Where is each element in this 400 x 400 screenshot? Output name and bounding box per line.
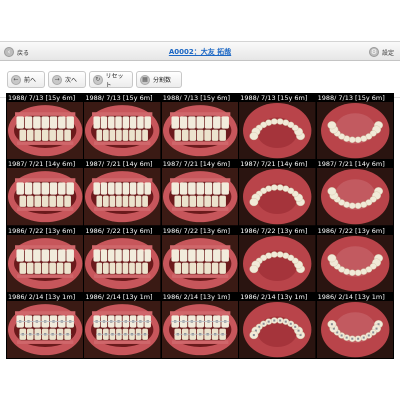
grid-icon: ▦	[140, 74, 150, 85]
photo-cell-front-right[interactable]: 1986/ 2/14 [13y 1m]	[7, 292, 84, 358]
split-label: 分割数	[153, 77, 172, 84]
intraoral-photo-mandibular-occlusal	[316, 168, 393, 226]
prev-label: 前へ	[24, 77, 37, 84]
photo-cell-maxillary-occlusal[interactable]: 1986/ 2/14 [13y 1m]	[239, 292, 316, 358]
photo-date-caption: 1987/ 7/21 [14y 6m]	[85, 160, 153, 169]
photo-cell-front-left[interactable]: 1986/ 2/14 [13y 1m]	[161, 292, 239, 358]
photo-cell-frontal[interactable]: 1986/ 7/22 [13y 6m]	[84, 226, 161, 292]
photo-date-caption: 1987/ 7/21 [14y 6m]	[8, 160, 76, 169]
settings-button[interactable]: ⚙ 設定	[368, 45, 394, 59]
intraoral-photo-front-left	[161, 102, 239, 160]
photo-date-caption: 1986/ 2/14 [13y 1m]	[85, 292, 153, 301]
photo-cell-front-right[interactable]: 1987/ 7/21 [14y 6m]	[7, 160, 84, 226]
settings-label: 設定	[381, 49, 394, 57]
photo-date-caption: 1988/ 7/13 [15y 6m]	[317, 94, 385, 102]
photo-date-caption: 1986/ 7/22 [13y 6m]	[162, 226, 230, 235]
photo-cell-maxillary-occlusal[interactable]: 1987/ 7/21 [14y 6m]	[239, 160, 316, 226]
photo-date-caption: 1986/ 7/22 [13y 6m]	[85, 226, 153, 235]
photo-date-caption: 1986/ 2/14 [13y 1m]	[8, 292, 76, 301]
next-button[interactable]: → 次へ	[48, 71, 86, 88]
arrow-right-icon: →	[52, 74, 62, 85]
photo-cell-front-left[interactable]: 1988/ 7/13 [15y 6m]	[161, 94, 239, 160]
intraoral-photo-front-right	[7, 168, 84, 226]
reset-label: リセット	[105, 72, 124, 89]
photo-date-caption: 1988/ 7/13 [15y 6m]	[85, 94, 153, 102]
reset-button[interactable]: ↻ リセット	[89, 71, 133, 89]
photo-date-caption: 1987/ 7/21 [14y 6m]	[162, 160, 230, 169]
photo-cell-maxillary-occlusal[interactable]: 1986/ 7/22 [13y 6m]	[239, 226, 316, 292]
split-count-button[interactable]: ▦ 分割数	[136, 71, 182, 88]
intraoral-photo-maxillary-occlusal	[239, 234, 316, 292]
intraoral-photo-maxillary-occlusal	[239, 300, 316, 358]
intraoral-photo-mandibular-occlusal	[316, 234, 393, 292]
photo-cell-mandibular-occlusal[interactable]: 1986/ 2/14 [13y 1m]	[316, 292, 393, 358]
intraoral-photo-front-left	[161, 234, 239, 292]
photo-cell-mandibular-occlusal[interactable]: 1987/ 7/21 [14y 6m]	[316, 160, 393, 226]
photo-cell-frontal[interactable]: 1986/ 2/14 [13y 1m]	[84, 292, 161, 358]
intraoral-photo-mandibular-occlusal	[316, 102, 393, 160]
photo-cell-frontal[interactable]: 1987/ 7/21 [14y 6m]	[84, 160, 161, 226]
photo-cell-mandibular-occlusal[interactable]: 1986/ 7/22 [13y 6m]	[316, 226, 393, 292]
photo-date-caption: 1988/ 7/13 [15y 6m]	[162, 94, 230, 102]
photo-grid: 1988/ 7/13 [15y 6m] 1988/ 7/13 [15y 6m] 19…	[6, 93, 394, 359]
photo-date-caption: 1986/ 7/22 [13y 6m]	[8, 226, 76, 235]
intraoral-photo-frontal	[84, 102, 161, 160]
photo-date-caption: 1986/ 2/14 [13y 1m]	[317, 292, 385, 301]
prev-button[interactable]: ← 前へ	[7, 71, 45, 88]
photo-cell-front-right[interactable]: 1988/ 7/13 [15y 6m]	[7, 94, 84, 160]
intraoral-photo-front-left	[161, 300, 239, 358]
photo-cell-front-left[interactable]: 1987/ 7/21 [14y 6m]	[161, 160, 239, 226]
intraoral-photo-front-right	[7, 102, 84, 160]
intraoral-photo-front-left	[161, 168, 239, 226]
intraoral-photo-frontal	[84, 168, 161, 226]
gear-icon: ⚙	[368, 47, 379, 57]
photo-cell-maxillary-occlusal[interactable]: 1988/ 7/13 [15y 6m]	[239, 94, 316, 160]
intraoral-photo-frontal	[84, 234, 161, 292]
top-bar: ‹ 戻る A0002：大友 拓哉 ⚙ 設定	[0, 41, 400, 61]
intraoral-photo-frontal	[84, 300, 161, 358]
intraoral-photo-mandibular-occlusal	[316, 300, 393, 358]
next-label: 次へ	[65, 77, 78, 84]
photo-cell-front-left[interactable]: 1986/ 7/22 [13y 6m]	[161, 226, 239, 292]
arrow-left-icon: ←	[11, 74, 21, 85]
photo-date-caption: 1987/ 7/21 [14y 6m]	[240, 160, 308, 169]
intraoral-photo-front-right	[7, 300, 84, 358]
photo-cell-front-right[interactable]: 1986/ 7/22 [13y 6m]	[7, 226, 84, 292]
photo-cell-frontal[interactable]: 1988/ 7/13 [15y 6m]	[84, 94, 161, 160]
intraoral-photo-front-right	[7, 234, 84, 292]
photo-date-caption: 1987/ 7/21 [14y 6m]	[317, 160, 385, 169]
intraoral-photo-maxillary-occlusal	[239, 168, 316, 226]
photo-date-caption: 1986/ 7/22 [13y 6m]	[240, 226, 308, 235]
photo-date-caption: 1986/ 2/14 [13y 1m]	[240, 292, 308, 301]
photo-date-caption: 1988/ 7/13 [15y 6m]	[8, 94, 76, 102]
patient-title-link[interactable]: A0002：大友 拓哉	[0, 47, 400, 57]
photo-date-caption: 1986/ 7/22 [13y 6m]	[317, 226, 385, 235]
reset-icon: ↻	[93, 74, 103, 85]
photo-cell-mandibular-occlusal[interactable]: 1988/ 7/13 [15y 6m]	[316, 94, 393, 160]
intraoral-photo-maxillary-occlusal	[239, 102, 316, 160]
photo-date-caption: 1986/ 2/14 [13y 1m]	[162, 292, 230, 301]
photo-date-caption: 1988/ 7/13 [15y 6m]	[240, 94, 308, 102]
